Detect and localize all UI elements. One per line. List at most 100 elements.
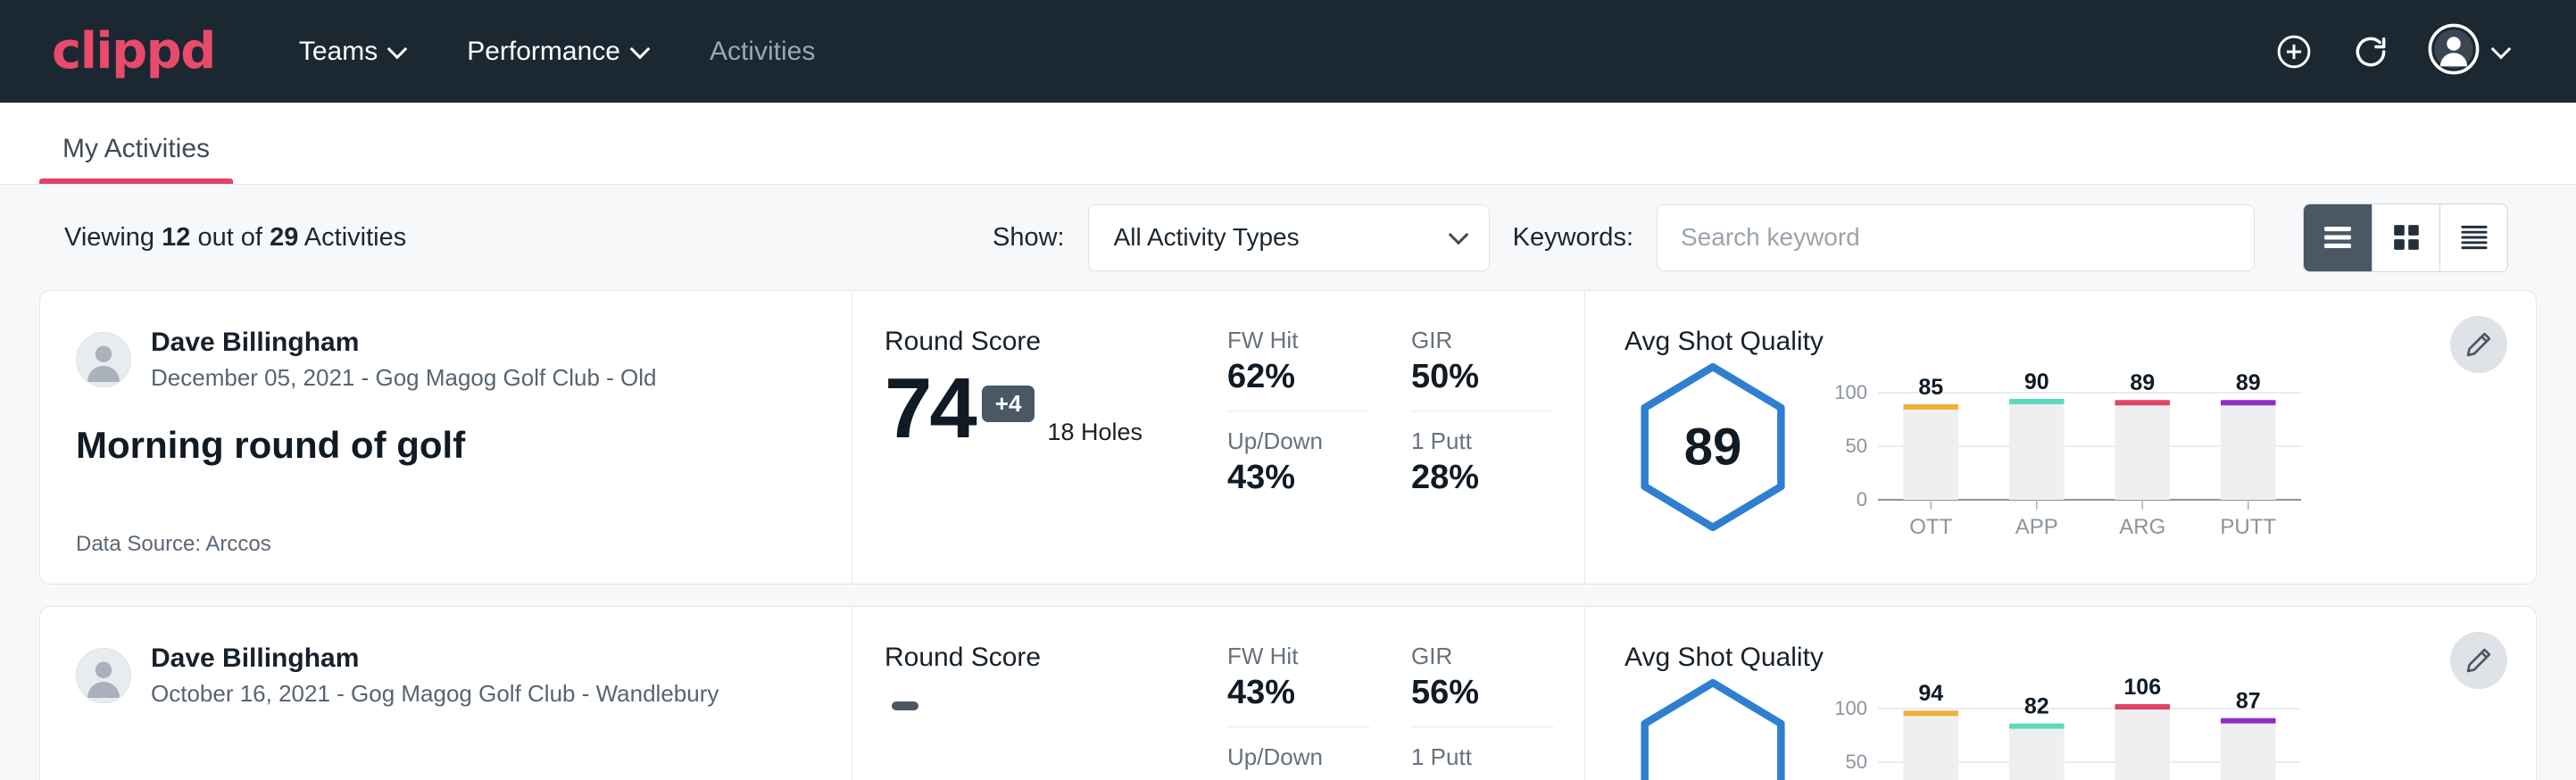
activity-list: Dave Billingham December 05, 2021 - Gog … [39, 290, 2537, 780]
divider [1227, 726, 1370, 727]
search-input[interactable] [1657, 204, 2255, 271]
shot-quality-hexagon [1637, 678, 1789, 780]
stat-label-gir: GIR [1411, 643, 1554, 670]
page-content: Viewing 12 out of 29 Activities Show: Al… [0, 185, 2576, 780]
viewing-summary: Viewing 12 out of 29 Activities [64, 223, 406, 253]
round-score-block: Round Score 74 +4 18 Holes [852, 291, 1227, 584]
svg-text:82: 82 [2024, 694, 2049, 719]
shot-quality-block: Avg Shot Quality 89 05010085OTT90APP89AR… [1584, 291, 2536, 584]
shot-quality-bar-chart: 05010094OTT82APP106ARG87PUTT [1828, 678, 2328, 780]
shot-quality-label: Avg Shot Quality [1625, 327, 2500, 357]
stat-group-left: FW Hit 43% Up/Down [1227, 643, 1370, 780]
chevron-down-icon [2492, 40, 2510, 58]
round-score-label: Round Score [885, 327, 1209, 357]
tab-my-activities[interactable]: My Activities [39, 134, 233, 184]
svg-text:PUTT: PUTT [2220, 515, 2276, 539]
main-nav: Teams Performance Activities [294, 28, 820, 76]
app-logo[interactable]: clippd [52, 22, 215, 80]
tab-my-activities-label: My Activities [62, 134, 210, 163]
chevron-down-icon [631, 40, 649, 58]
stat-label-up-down: Up/Down [1227, 427, 1370, 455]
stat-label-gir: GIR [1411, 327, 1554, 354]
navbar-actions [2274, 23, 2524, 79]
view-mode-grid-button[interactable] [2372, 204, 2439, 271]
svg-text:ARG: ARG [2119, 515, 2165, 539]
stat-group-right: GIR 56% 1 Putt [1411, 643, 1554, 780]
activity-data-source: Data Source: Arccos [76, 532, 812, 557]
score-to-par-badge: +4 [982, 386, 1035, 422]
activity-type-select[interactable]: All Activity Types [1088, 204, 1490, 271]
stat-value-up-down: 43% [1227, 459, 1370, 497]
tab-strip: My Activities [0, 103, 2576, 185]
shot-quality-block: Avg Shot Quality 05010094OTT82APP106ARG8… [1584, 607, 2536, 780]
activity-card[interactable]: Dave Billingham December 05, 2021 - Gog … [39, 290, 2537, 585]
svg-text:87: 87 [2236, 689, 2261, 714]
svg-text:OTT: OTT [1909, 515, 1952, 539]
view-mode-toggle [2303, 203, 2508, 272]
stat-label-fw-hit: FW Hit [1227, 643, 1370, 670]
svg-text:100: 100 [1834, 381, 1867, 403]
shot-quality-label: Avg Shot Quality [1625, 643, 2500, 673]
nav-item-teams[interactable]: Teams [294, 28, 411, 76]
nav-item-activities-label: Activities [710, 37, 815, 67]
avatar [76, 332, 131, 387]
stat-label-one-putt: 1 Putt [1411, 743, 1554, 771]
filter-controls: Show: All Activity Types Keywords: [993, 203, 2508, 272]
activity-card[interactable]: Dave Billingham October 16, 2021 - Gog M… [39, 606, 2537, 780]
activity-player: Dave Billingham October 16, 2021 - Gog M… [76, 643, 812, 708]
round-score-label: Round Score [885, 643, 1209, 673]
shot-quality-hexagon: 89 [1637, 362, 1789, 532]
stat-group-right: GIR 50% 1 Putt 28% [1411, 327, 1554, 557]
viewing-total: 29 [270, 223, 298, 252]
chevron-down-icon [388, 40, 406, 58]
activity-meta: Dave Billingham December 05, 2021 - Gog … [40, 291, 852, 584]
view-mode-list-button[interactable] [2304, 204, 2372, 271]
refresh-icon[interactable] [2351, 32, 2390, 71]
svg-text:85: 85 [1918, 375, 1943, 400]
top-navbar: clippd Teams Performance Activities [0, 0, 2576, 103]
stat-label-fw-hit: FW Hit [1227, 327, 1370, 354]
viewing-mid: out of [197, 223, 262, 252]
score-to-par-badge [892, 701, 918, 710]
stat-value-fw-hit: 43% [1227, 674, 1370, 712]
player-name: Dave Billingham [151, 643, 719, 675]
view-mode-compact-button[interactable] [2439, 204, 2507, 271]
holes-played: 18 Holes [1047, 419, 1143, 446]
nav-item-performance-label: Performance [467, 37, 620, 67]
player-name: Dave Billingham [151, 327, 657, 359]
svg-text:50: 50 [1846, 751, 1867, 773]
round-score-block: Round Score [852, 607, 1227, 780]
viewing-prefix: Viewing [64, 223, 154, 252]
activity-subtitle: December 05, 2021 - Gog Magog Golf Club … [151, 364, 657, 392]
edit-activity-button[interactable] [2450, 632, 2507, 689]
edit-activity-button[interactable] [2450, 316, 2507, 373]
account-avatar-icon [2428, 23, 2480, 79]
round-score-value: 74 [885, 366, 975, 452]
svg-text:100: 100 [1834, 697, 1867, 719]
svg-text:106: 106 [2123, 678, 2161, 700]
stat-label-up-down: Up/Down [1227, 743, 1370, 771]
avatar [76, 648, 131, 703]
svg-text:50: 50 [1846, 435, 1867, 457]
keywords-label: Keywords: [1513, 223, 1633, 253]
nav-item-teams-label: Teams [299, 37, 378, 67]
activity-player: Dave Billingham December 05, 2021 - Gog … [76, 327, 812, 392]
activity-title: Morning round of golf [76, 424, 812, 467]
activity-stats: FW Hit 43% Up/Down GIR 56% 1 Putt [1227, 607, 1584, 780]
stat-group-left: FW Hit 62% Up/Down 43% [1227, 327, 1370, 557]
viewing-count: 12 [162, 223, 190, 252]
nav-item-performance[interactable]: Performance [461, 28, 654, 76]
nav-item-activities[interactable]: Activities [704, 28, 820, 76]
show-label: Show: [993, 223, 1065, 253]
chevron-down-icon [1450, 226, 1467, 244]
svg-text:90: 90 [2024, 369, 2049, 394]
svg-text:0: 0 [1857, 488, 1867, 510]
plus-circle-icon[interactable] [2274, 32, 2314, 71]
svg-text:APP: APP [2015, 515, 2058, 539]
shot-quality-value: 89 [1637, 418, 1789, 477]
divider [1411, 726, 1554, 727]
account-menu[interactable] [2428, 23, 2510, 79]
activity-meta: Dave Billingham October 16, 2021 - Gog M… [40, 607, 852, 780]
activity-type-value: All Activity Types [1114, 223, 1300, 252]
stat-label-one-putt: 1 Putt [1411, 427, 1554, 455]
